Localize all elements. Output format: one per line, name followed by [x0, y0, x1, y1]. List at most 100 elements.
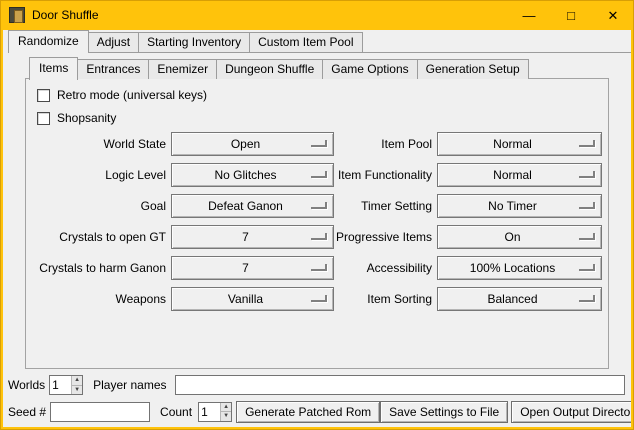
options-grid: World State Open Item Pool Normal Logic … — [26, 132, 602, 318]
spin-up-icon: ▲ — [223, 404, 229, 410]
count-spin-arrows: ▲ ▼ — [220, 403, 231, 421]
tab-starting-inventory[interactable]: Starting Inventory — [138, 32, 250, 52]
crystals-gt-value: 7 — [242, 230, 263, 244]
retro-mode-label: Retro mode (universal keys) — [57, 88, 207, 102]
accessibility-dropdown[interactable]: 100% Locations — [437, 256, 602, 280]
progressive-items-dropdown[interactable]: On — [437, 225, 602, 249]
logic-level-label: Logic Level — [26, 168, 166, 182]
shopsanity-checkbox-row[interactable]: Shopsanity — [37, 110, 116, 126]
shopsanity-label: Shopsanity — [57, 111, 116, 125]
item-pool-value: Normal — [493, 137, 546, 151]
crystals-gt-dropdown[interactable]: 7 — [171, 225, 334, 249]
window-controls: — □ ✕ — [508, 0, 634, 30]
seed-label: Seed # — [8, 405, 46, 419]
worlds-spin-arrows: ▲ ▼ — [71, 376, 82, 394]
spin-down-icon: ▼ — [74, 387, 80, 393]
tab-generation-setup[interactable]: Generation Setup — [417, 59, 529, 79]
goal-value: Defeat Ganon — [208, 199, 297, 213]
progressive-items-value: On — [504, 230, 534, 244]
tab-dungeon-shuffle[interactable]: Dungeon Shuffle — [216, 59, 323, 79]
dropdown-indicator-icon — [579, 140, 595, 147]
tab-enemizer[interactable]: Enemizer — [148, 59, 217, 79]
item-functionality-value: Normal — [493, 168, 546, 182]
item-sorting-value: Balanced — [487, 292, 551, 306]
goal-dropdown[interactable]: Defeat Ganon — [171, 194, 334, 218]
dropdown-indicator-icon — [311, 295, 327, 302]
open-output-button[interactable]: Open Output Directory — [511, 401, 631, 423]
crystals-gt-label: Crystals to open GT — [26, 230, 166, 244]
shopsanity-checkbox[interactable] — [37, 112, 50, 125]
spin-up-icon: ▲ — [74, 377, 80, 383]
spin-down-button[interactable]: ▼ — [221, 412, 231, 421]
item-pool-label: Item Pool — [334, 137, 432, 151]
item-sorting-label: Item Sorting — [334, 292, 432, 306]
logic-level-value: No Glitches — [214, 168, 290, 182]
maximize-icon: □ — [567, 9, 575, 22]
dropdown-indicator-icon — [311, 140, 327, 147]
retro-mode-checkbox-row[interactable]: Retro mode (universal keys) — [37, 87, 207, 103]
app-icon — [9, 7, 25, 23]
retro-mode-checkbox[interactable] — [37, 89, 50, 102]
option-row: Weapons Vanilla Item Sorting Balanced — [26, 287, 602, 311]
world-state-label: World State — [26, 137, 166, 151]
count-spin-input[interactable] — [199, 403, 220, 421]
dropdown-indicator-icon — [311, 171, 327, 178]
dropdown-indicator-icon — [579, 295, 595, 302]
dropdown-indicator-icon — [311, 264, 327, 271]
timer-setting-label: Timer Setting — [334, 199, 432, 213]
spin-up-button[interactable]: ▲ — [72, 376, 82, 386]
tab-items[interactable]: Items — [29, 57, 78, 80]
close-button[interactable]: ✕ — [592, 0, 634, 30]
goal-label: Goal — [26, 199, 166, 213]
timer-setting-dropdown[interactable]: No Timer — [437, 194, 602, 218]
world-state-value: Open — [231, 137, 274, 151]
seed-row: Seed # Count ▲ ▼ Generate Patched Rom Sa… — [8, 400, 625, 423]
spin-down-icon: ▼ — [223, 413, 229, 419]
option-row: Logic Level No Glitches Item Functionali… — [26, 163, 602, 187]
tab-adjust[interactable]: Adjust — [88, 32, 139, 52]
generate-rom-button[interactable]: Generate Patched Rom — [236, 401, 380, 423]
worlds-spin-input[interactable] — [50, 376, 71, 394]
seed-input[interactable] — [50, 402, 150, 422]
dropdown-indicator-icon — [311, 233, 327, 240]
dropdown-indicator-icon — [579, 202, 595, 209]
crystals-ganon-dropdown[interactable]: 7 — [171, 256, 334, 280]
player-names-input[interactable] — [175, 375, 626, 395]
spin-down-button[interactable]: ▼ — [72, 386, 82, 395]
item-sorting-dropdown[interactable]: Balanced — [437, 287, 602, 311]
secondary-tab-bar: Items Entrances Enemizer Dungeon Shuffle… — [29, 58, 529, 79]
close-icon: ✕ — [608, 9, 619, 22]
logic-level-dropdown[interactable]: No Glitches — [171, 163, 334, 187]
dropdown-indicator-icon — [311, 202, 327, 209]
tab-randomize[interactable]: Randomize — [8, 30, 89, 53]
minimize-button[interactable]: — — [508, 0, 550, 30]
window-title: Door Shuffle — [32, 8, 99, 22]
weapons-dropdown[interactable]: Vanilla — [171, 287, 334, 311]
world-state-dropdown[interactable]: Open — [171, 132, 334, 156]
spin-up-button[interactable]: ▲ — [221, 403, 231, 413]
item-functionality-label: Item Functionality — [334, 168, 432, 182]
tab-game-options[interactable]: Game Options — [322, 59, 417, 79]
dropdown-indicator-icon — [579, 233, 595, 240]
tab-custom-item-pool[interactable]: Custom Item Pool — [249, 32, 362, 52]
option-row: Crystals to harm Ganon 7 Accessibility 1… — [26, 256, 602, 280]
title-bar[interactable]: Door Shuffle — □ ✕ — [0, 0, 634, 30]
item-pool-dropdown[interactable]: Normal — [437, 132, 602, 156]
item-functionality-dropdown[interactable]: Normal — [437, 163, 602, 187]
tab-entrances[interactable]: Entrances — [77, 59, 149, 79]
minimize-icon: — — [523, 9, 536, 22]
count-spinbox[interactable]: ▲ ▼ — [198, 402, 232, 422]
timer-setting-value: No Timer — [488, 199, 551, 213]
items-tab-pane: Retro mode (universal keys) Shopsanity W… — [25, 78, 609, 369]
worlds-row: Worlds ▲ ▼ Player names — [8, 374, 625, 396]
accessibility-label: Accessibility — [334, 261, 432, 275]
dropdown-indicator-icon — [579, 264, 595, 271]
maximize-button[interactable]: □ — [550, 0, 592, 30]
progressive-items-label: Progressive Items — [334, 230, 432, 244]
save-settings-button[interactable]: Save Settings to File — [380, 401, 508, 423]
option-row: Goal Defeat Ganon Timer Setting No Timer — [26, 194, 602, 218]
player-names-label: Player names — [93, 378, 166, 392]
worlds-spinbox[interactable]: ▲ ▼ — [49, 375, 83, 395]
crystals-ganon-value: 7 — [242, 261, 263, 275]
option-row: Crystals to open GT 7 Progressive Items … — [26, 225, 602, 249]
